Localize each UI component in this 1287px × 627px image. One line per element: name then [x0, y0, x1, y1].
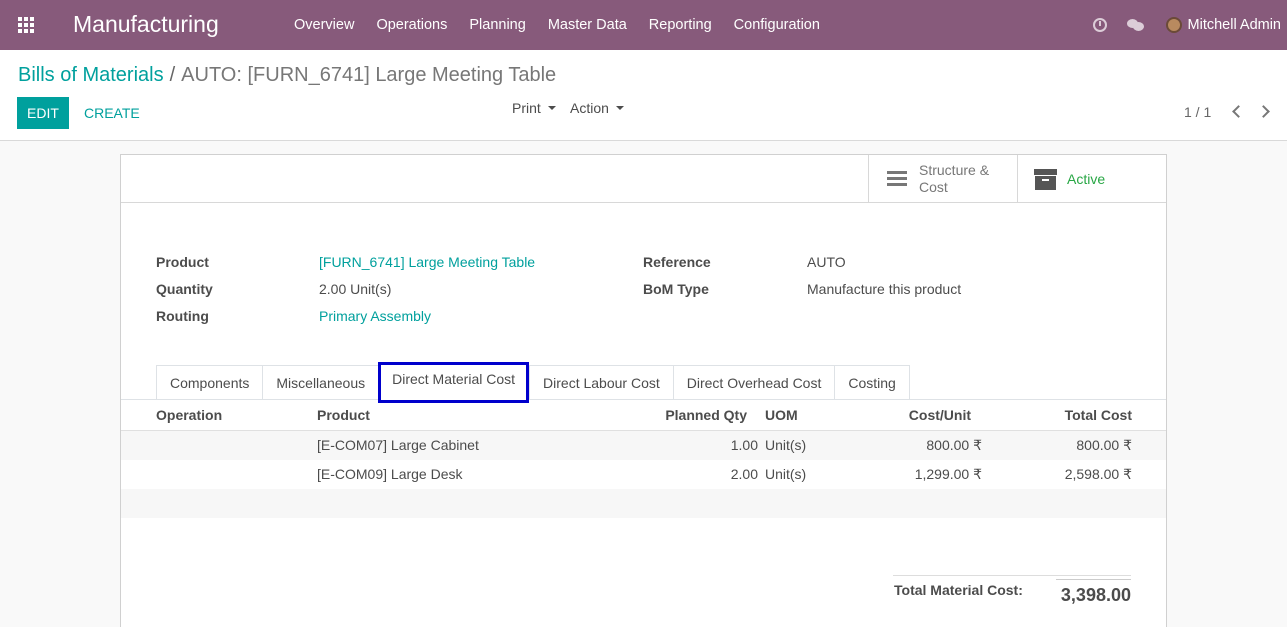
total-material-cost-value: 3,398.00: [1060, 585, 1131, 605]
cell-uom: Unit(s): [765, 466, 807, 482]
tab-costing[interactable]: Costing: [834, 365, 910, 400]
menu-item-configuration[interactable]: Configuration: [723, 0, 831, 50]
column-header-product[interactable]: Product: [317, 407, 370, 423]
notebook-tabs: Components Miscellaneous Direct Material…: [156, 362, 910, 403]
archive-icon: [1034, 168, 1057, 190]
bars-icon: [887, 171, 907, 187]
cell-cost-unit: 800.00 ₹: [926, 437, 982, 453]
main-menu: Overview Operations Planning Master Data…: [283, 0, 831, 50]
control-panel: Bills of Materials / AUTO: [FURN_6741] Lar…: [0, 50, 1287, 141]
systray: Mitchell Admin: [1092, 0, 1287, 50]
bom-type-value: Manufacture this product: [807, 281, 962, 297]
caret-down-icon: [547, 106, 556, 110]
app-name: Manufacturing: [73, 11, 219, 37]
breadcrumb: Bills of Materials / AUTO: [FURN_6741] Lar…: [18, 64, 556, 87]
print-label: Print: [512, 100, 541, 116]
product-label: Product: [156, 254, 209, 270]
table-empty-row: [121, 489, 1166, 518]
tab-direct-overhead-cost[interactable]: Direct Overhead Cost: [672, 365, 835, 400]
cell-total-cost: 2,598.00 ₹: [1064, 466, 1132, 482]
menu-item-master-data[interactable]: Master Data: [537, 0, 638, 50]
pager-previous-icon[interactable]: [1232, 105, 1245, 118]
activity-clock-icon[interactable]: [1092, 18, 1107, 32]
column-header-operation[interactable]: Operation: [156, 407, 222, 423]
active-label: Active: [1067, 171, 1106, 187]
pager-next-icon[interactable]: [1257, 105, 1270, 118]
quantity-uom: Unit(s): [350, 281, 392, 297]
tab-miscellaneous[interactable]: Miscellaneous: [262, 365, 379, 400]
tab-components[interactable]: Components: [156, 365, 263, 400]
form-sheet: Structure & Cost Active Product [FURN_67…: [120, 154, 1167, 627]
action-dropdown[interactable]: Action: [570, 100, 624, 116]
cell-total-cost: 800.00 ₹: [1076, 437, 1132, 453]
column-header-cost-unit[interactable]: Cost/Unit: [909, 407, 971, 423]
structure-cost-label: Structure & Cost: [919, 162, 990, 195]
apps-menu-icon[interactable]: [18, 17, 36, 33]
total-value-divider: [1056, 579, 1131, 580]
total-divider: [893, 575, 1131, 576]
total-material-cost-label: Total Material Cost:: [894, 582, 1023, 598]
quantity-value: 2.00 Unit(s): [319, 281, 391, 297]
routing-link[interactable]: Primary Assembly: [319, 308, 431, 324]
print-dropdown[interactable]: Print: [512, 100, 556, 116]
edit-button[interactable]: EDIT: [17, 97, 69, 129]
table-row[interactable]: [E-COM07] Large Cabinet 1.00 Unit(s) 800…: [121, 431, 1166, 460]
cell-product: [E-COM07] Large Cabinet: [317, 437, 479, 453]
bom-type-label: BoM Type: [643, 281, 709, 297]
menu-item-reporting[interactable]: Reporting: [638, 0, 723, 50]
menu-item-planning[interactable]: Planning: [458, 0, 536, 50]
quantity-number: 2.00: [319, 281, 347, 297]
cell-cost-unit: 1,299.00 ₹: [914, 466, 982, 482]
table-row[interactable]: [E-COM09] Large Desk 2.00 Unit(s) 1,299.…: [121, 460, 1166, 489]
column-header-uom[interactable]: UOM: [765, 407, 798, 423]
reference-label: Reference: [643, 254, 711, 270]
breadcrumb-separator: /: [169, 64, 176, 86]
user-avatar[interactable]: [1165, 17, 1182, 33]
column-header-total-cost[interactable]: Total Cost: [1065, 407, 1132, 423]
menu-item-operations[interactable]: Operations: [365, 0, 458, 50]
quantity-label: Quantity: [156, 281, 213, 297]
cell-uom: Unit(s): [765, 437, 807, 453]
breadcrumb-parent-link[interactable]: Bills of Materials: [18, 64, 164, 86]
cell-planned-qty: 2.00: [730, 466, 758, 482]
product-link[interactable]: [FURN_6741] Large Meeting Table: [319, 254, 535, 270]
reference-value: AUTO: [807, 254, 846, 270]
tab-direct-material-cost[interactable]: Direct Material Cost: [378, 362, 530, 403]
breadcrumb-current: AUTO: [FURN_6741] Large Meeting Table: [181, 64, 557, 86]
top-navbar: Manufacturing Overview Operations Planni…: [0, 0, 1287, 50]
cell-planned-qty: 1.00: [730, 437, 758, 453]
user-menu[interactable]: Mitchell Admin: [1188, 17, 1281, 33]
active-toggle-button[interactable]: Active: [1017, 155, 1166, 203]
column-header-planned-qty[interactable]: Planned Qty: [665, 407, 747, 423]
structure-cost-button[interactable]: Structure & Cost: [868, 155, 1017, 203]
tab-direct-labour-cost[interactable]: Direct Labour Cost: [529, 365, 673, 400]
caret-down-icon: [615, 106, 624, 110]
create-button[interactable]: CREATE: [84, 97, 140, 129]
cell-product: [E-COM09] Large Desk: [317, 466, 463, 482]
routing-label: Routing: [156, 308, 209, 324]
discuss-chat-icon[interactable]: [1126, 19, 1144, 31]
pager-value[interactable]: 1 / 1: [1184, 104, 1211, 120]
menu-item-overview[interactable]: Overview: [283, 0, 365, 50]
smart-button-box: Structure & Cost Active: [121, 155, 1166, 203]
action-label: Action: [570, 100, 609, 116]
